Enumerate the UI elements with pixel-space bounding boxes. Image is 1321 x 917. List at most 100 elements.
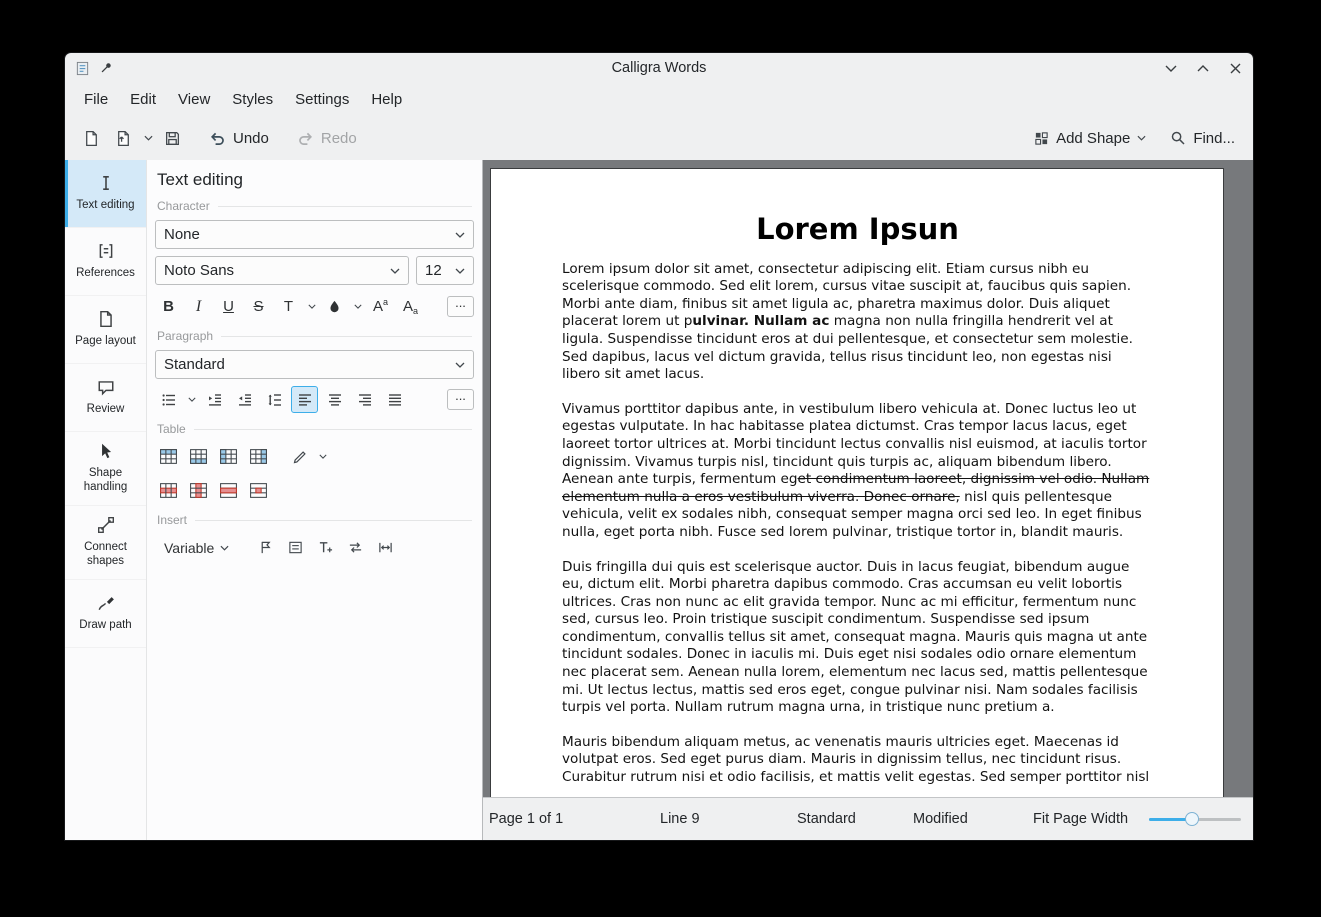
text-cursor-icon <box>97 174 115 192</box>
add-shape-button[interactable]: Add Shape <box>1028 122 1152 154</box>
insert-row-below-button[interactable] <box>185 443 212 470</box>
font-row: Noto Sans 12 <box>155 256 474 292</box>
sidebar-item-page-layout[interactable]: Page layout <box>65 296 146 364</box>
pin-icon[interactable] <box>99 61 113 75</box>
font-color-button[interactable]: T <box>275 293 302 320</box>
sidebar-item-references[interactable]: References <box>65 228 146 296</box>
sidebar-item-shape-handling[interactable]: Shape handling <box>65 432 146 506</box>
insert-row-above-icon <box>159 448 178 465</box>
font-color-chevron[interactable] <box>305 293 318 320</box>
insert-text-button[interactable] <box>312 534 339 561</box>
swap-direction-button[interactable] <box>342 534 369 561</box>
comment-bubble-icon <box>97 378 115 396</box>
merge-cells-icon <box>219 482 238 499</box>
undo-button[interactable]: Undo <box>203 122 275 154</box>
sidebar-item-label: Text editing <box>76 198 134 212</box>
subscript-button[interactable]: Aa <box>397 293 424 320</box>
insert-row-above-button[interactable] <box>155 443 182 470</box>
line-spacing-button[interactable] <box>261 386 288 413</box>
zoom-slider-handle[interactable] <box>1185 812 1199 826</box>
maximize-button[interactable] <box>1195 60 1211 76</box>
sidebar-item-review[interactable]: Review <box>65 364 146 432</box>
table-row-2 <box>155 477 474 504</box>
menu-help[interactable]: Help <box>361 86 412 113</box>
delete-column-button[interactable] <box>185 477 212 504</box>
indent-less-button[interactable] <box>231 386 258 413</box>
font-size-select[interactable]: 12 <box>416 256 474 285</box>
font-family-select[interactable]: Noto Sans <box>155 256 409 285</box>
sidebar-item-text-editing[interactable]: Text editing <box>65 160 146 228</box>
docker-title: Text editing <box>157 170 474 190</box>
align-left-button[interactable] <box>291 386 318 413</box>
insert-variable-button[interactable]: Variable <box>155 534 238 561</box>
align-justify-button[interactable] <box>381 386 408 413</box>
menu-styles[interactable]: Styles <box>222 86 283 113</box>
italic-button[interactable]: I <box>185 293 212 320</box>
align-center-button[interactable] <box>321 386 348 413</box>
document-canvas[interactable]: Lorem Ipsun Lorem ipsum dolor sit amet, … <box>483 160 1253 797</box>
split-cells-button[interactable] <box>245 477 272 504</box>
chevron-down-icon <box>220 545 229 551</box>
table-border-pen-button[interactable] <box>286 443 313 470</box>
insert-column-left-icon <box>219 448 238 465</box>
highlight-color-chevron[interactable] <box>351 293 364 320</box>
menu-settings[interactable]: Settings <box>285 86 359 113</box>
menu-view[interactable]: View <box>168 86 220 113</box>
save-button[interactable] <box>158 122 187 154</box>
sidebar-item-connect-shapes[interactable]: Connect shapes <box>65 506 146 580</box>
paragraph: Duis fringilla dui quis est scelerisque … <box>562 559 1153 717</box>
new-document-button[interactable] <box>77 122 106 154</box>
redo-button[interactable]: Redo <box>291 122 363 154</box>
sidebar-item-label: Review <box>87 402 125 416</box>
align-right-button[interactable] <box>351 386 378 413</box>
close-button[interactable] <box>1227 60 1243 76</box>
toolbar-left: Undo Redo <box>77 122 363 154</box>
insert-bookmark-button[interactable] <box>252 534 279 561</box>
insert-column-left-button[interactable] <box>215 443 242 470</box>
indent-more-button[interactable] <box>201 386 228 413</box>
open-document-button[interactable] <box>109 122 138 154</box>
list-format-button[interactable] <box>155 386 182 413</box>
sidebar-item-label: Draw path <box>79 618 131 632</box>
list-format-chevron[interactable] <box>185 386 198 413</box>
minimize-button[interactable] <box>1163 60 1179 76</box>
superscript-button[interactable]: Aa <box>367 293 394 320</box>
spacing-width-button[interactable] <box>372 534 399 561</box>
paragraph-more-button[interactable]: ... <box>447 389 474 410</box>
statusbar: Page 1 of 1 Line 9 Standard Modified Fit… <box>483 797 1253 840</box>
page-indicator: Page 1 of 1 <box>489 811 563 827</box>
app-window: Calligra Words File Edit View Styles Set… <box>65 53 1253 840</box>
merge-cells-button[interactable] <box>215 477 242 504</box>
zoom-mode-button[interactable]: Fit Page Width <box>1033 811 1128 827</box>
chevron-down-icon <box>144 135 153 141</box>
strikethrough-button[interactable]: S <box>245 293 272 320</box>
align-right-icon <box>357 392 373 408</box>
subscript-mark: a <box>413 306 418 316</box>
document-page[interactable]: Lorem Ipsun Lorem ipsum dolor sit amet, … <box>490 168 1224 797</box>
zoom-slider[interactable] <box>1149 811 1241 827</box>
section-label: Paragraph <box>157 329 213 343</box>
sidebar-item-label: References <box>76 266 135 280</box>
insert-text-frame-button[interactable] <box>282 534 309 561</box>
sidebar-item-draw-path[interactable]: Draw path <box>65 580 146 648</box>
find-label: Find... <box>1193 130 1235 147</box>
style-indicator: Standard <box>797 811 856 827</box>
character-more-button[interactable]: ... <box>447 296 474 317</box>
find-button[interactable]: Find... <box>1164 122 1241 154</box>
character-style-select[interactable]: None <box>155 220 474 249</box>
delete-row-button[interactable] <box>155 477 182 504</box>
menu-edit[interactable]: Edit <box>120 86 166 113</box>
redo-icon <box>297 130 314 147</box>
toolbar: Undo Redo Add Shape Find... <box>65 116 1253 160</box>
undo-icon <box>209 130 226 147</box>
menu-file[interactable]: File <box>74 86 118 113</box>
paragraph-style-select[interactable]: Standard <box>155 350 474 379</box>
bold-button[interactable]: B <box>155 293 182 320</box>
insert-column-right-button[interactable] <box>245 443 272 470</box>
open-recent-chevron[interactable] <box>141 122 155 154</box>
menubar: File Edit View Styles Settings Help <box>65 83 1253 116</box>
table-border-pen-chevron[interactable] <box>316 443 329 470</box>
paragraph: Lorem ipsum dolor sit amet, consectetur … <box>562 261 1153 384</box>
highlight-color-button[interactable] <box>321 293 348 320</box>
underline-button[interactable]: U <box>215 293 242 320</box>
